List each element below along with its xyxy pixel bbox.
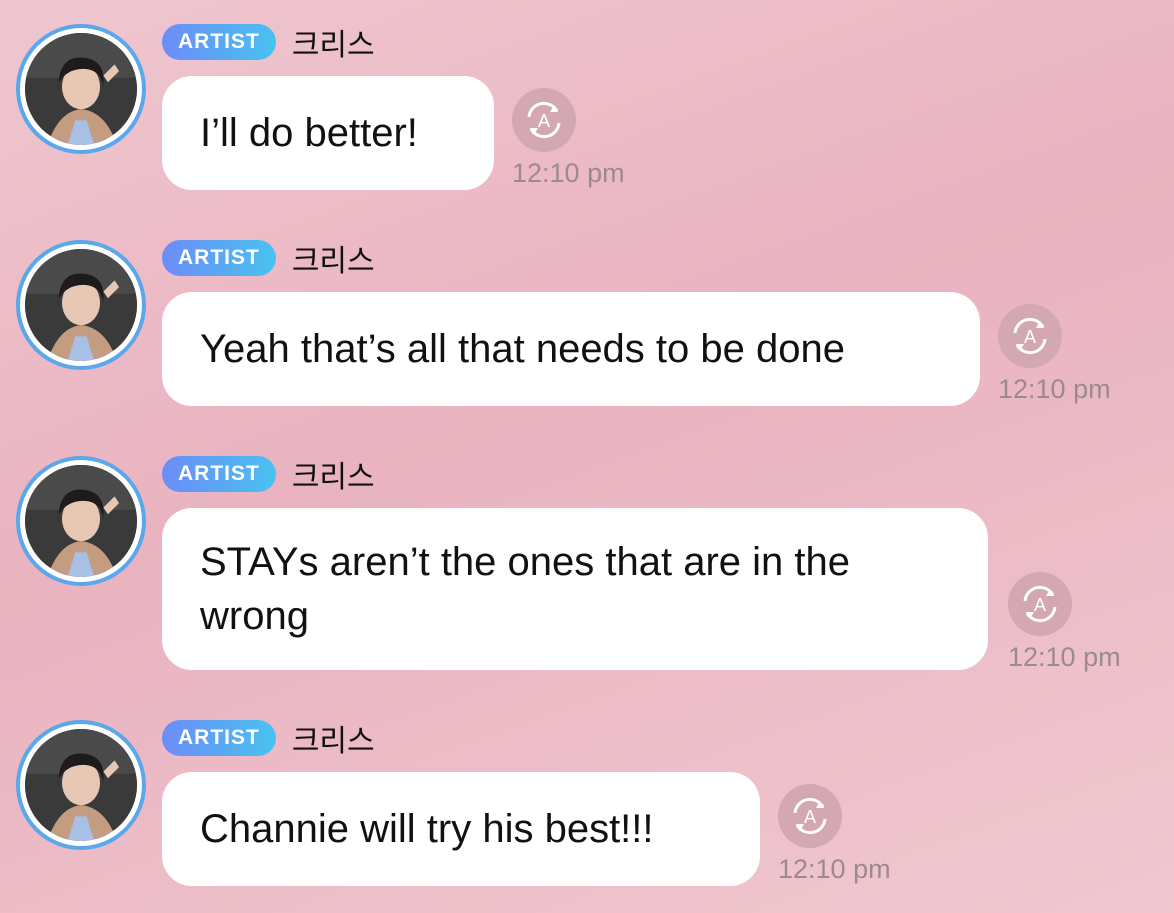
avatar-photo [25,33,137,145]
message-bubble[interactable]: Yeah that’s all that needs to be done [162,292,980,406]
translate-icon[interactable]: A [512,88,576,152]
avatar-portrait-icon [25,465,137,577]
avatar-photo [25,249,137,361]
message-header: ARTIST 크리스 [162,716,375,760]
artist-badge: ARTIST [162,456,276,492]
username[interactable]: 크리스 [292,20,375,64]
avatar-portrait-icon [25,249,137,361]
chat-message: ARTIST 크리스 I’ll do better! A 12:10 pm [0,0,1174,216]
message-meta: A 12:10 pm [998,304,1128,405]
avatar-portrait-icon [25,729,137,841]
translate-icon[interactable]: A [778,784,842,848]
username[interactable]: 크리스 [292,452,375,496]
avatar-photo [25,465,137,577]
message-header: ARTIST 크리스 [162,20,375,64]
avatar[interactable] [16,720,146,850]
timestamp: 12:10 pm [512,158,625,188]
message-meta: A 12:10 pm [1008,572,1138,673]
translate-icon[interactable]: A [1008,572,1072,636]
timestamp: 12:10 pm [778,854,891,884]
username[interactable]: 크리스 [292,716,375,760]
svg-text:A: A [538,111,550,131]
message-header: ARTIST 크리스 [162,236,375,280]
translate-icon[interactable]: A [998,304,1062,368]
avatar[interactable] [16,456,146,586]
artist-badge: ARTIST [162,720,276,756]
svg-text:A: A [1034,595,1046,615]
username[interactable]: 크리스 [292,236,375,280]
artist-badge: ARTIST [162,240,276,276]
chat-message: ARTIST 크리스 STAYs aren’t the ones that ar… [0,432,1174,696]
chat-thread: ARTIST 크리스 I’ll do better! A 12:10 pm AR… [0,0,1174,913]
message-bubble[interactable]: STAYs aren’t the ones that are in the wr… [162,508,988,670]
timestamp: 12:10 pm [998,374,1111,404]
message-meta: A 12:10 pm [778,784,908,885]
svg-text:A: A [1024,327,1036,347]
avatar[interactable] [16,24,146,154]
chat-message: ARTIST 크리스 Channie will try his best!!! … [0,696,1174,913]
avatar-portrait-icon [25,33,137,145]
svg-text:A: A [804,807,816,827]
message-bubble[interactable]: Channie will try his best!!! [162,772,760,886]
avatar-photo [25,729,137,841]
timestamp: 12:10 pm [1008,642,1121,672]
message-header: ARTIST 크리스 [162,452,375,496]
chat-message: ARTIST 크리스 Yeah that’s all that needs to… [0,216,1174,432]
avatar[interactable] [16,240,146,370]
message-meta: A 12:10 pm [512,88,642,189]
artist-badge: ARTIST [162,24,276,60]
message-bubble[interactable]: I’ll do better! [162,76,494,190]
